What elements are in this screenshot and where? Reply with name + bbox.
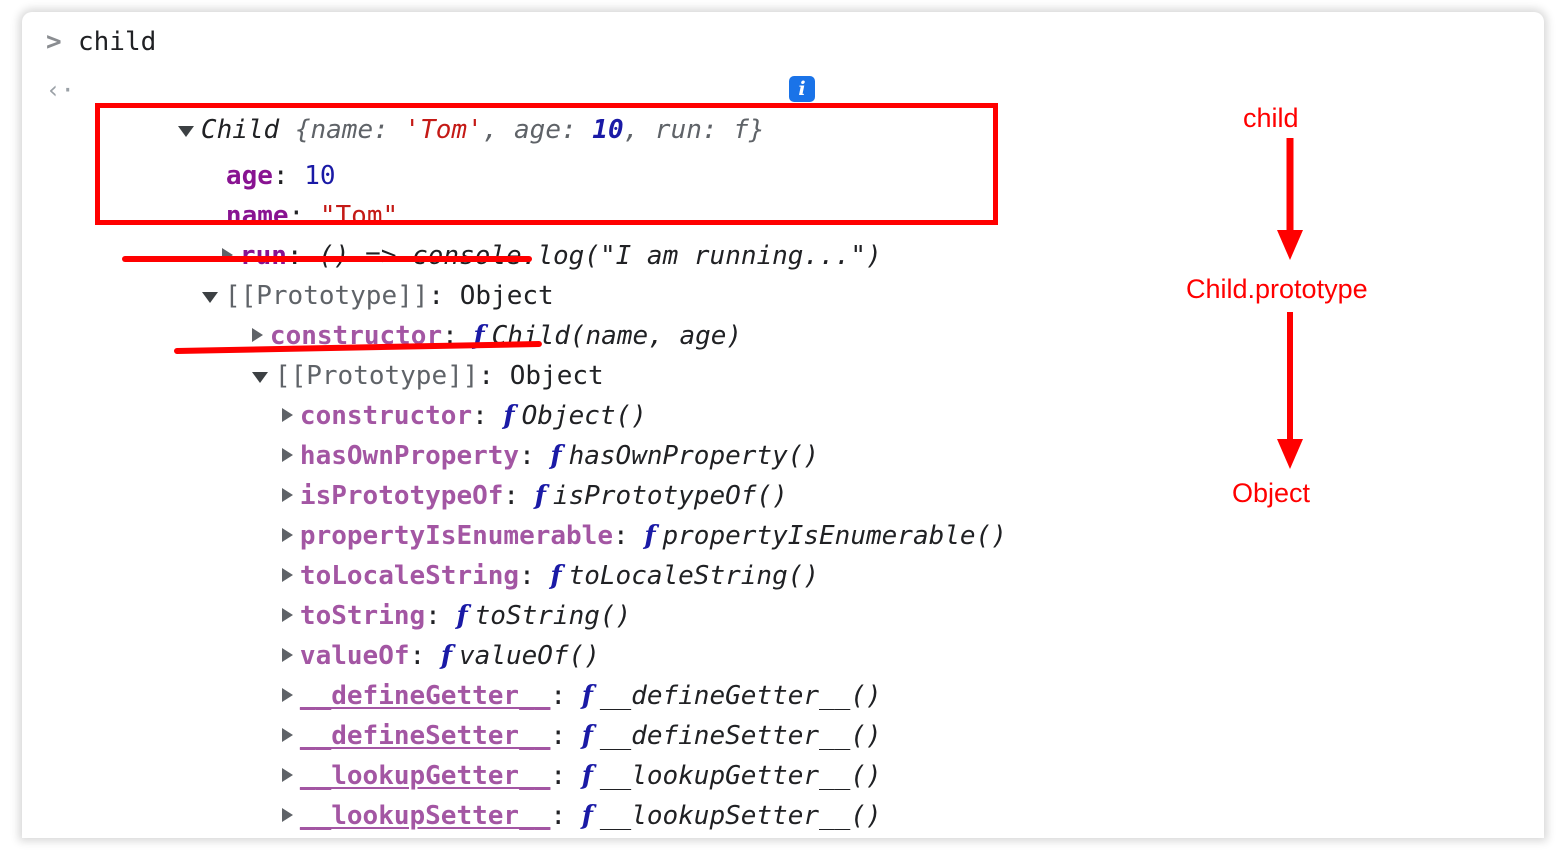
preview-separator-1: , xyxy=(482,115,515,145)
console-prompt-icon: > xyxy=(46,27,62,57)
diagram-node-object: Object xyxy=(1232,478,1311,508)
preview-separator-2: , xyxy=(623,115,655,145)
console-input-expression[interactable]: child xyxy=(78,22,156,62)
diagram-arrow-child-to-childprototype xyxy=(1277,138,1303,260)
console-result-icon: ‹· xyxy=(46,76,75,104)
preview-value-name: 'Tom' xyxy=(404,115,483,145)
devtools-console-panel: > child ‹· Child {name: 'Tom', age: 10, … xyxy=(22,12,1544,838)
diagram-node-child-prototype: Child.prototype xyxy=(1186,274,1368,304)
preview-key-age: age: xyxy=(514,115,593,145)
diagram-node-child: child xyxy=(1243,103,1299,133)
screenshot-root: > child ‹· Child {name: 'Tom', age: 10, … xyxy=(0,0,1566,856)
preview-value-age: 10 xyxy=(592,115,624,145)
diagram-arrow-childprototype-to-object xyxy=(1277,312,1303,469)
table-row[interactable]: get __proto__: f__proto__() xyxy=(188,836,725,838)
property-value: __lookupSetter__() xyxy=(599,801,882,831)
info-icon[interactable]: i xyxy=(789,76,815,102)
preview-brace-close: } xyxy=(748,115,765,145)
function-glyph-icon: f xyxy=(581,801,593,831)
table-row[interactable]: __proto__: (...) xyxy=(214,796,558,838)
preview-key-run: run: f xyxy=(654,115,749,145)
